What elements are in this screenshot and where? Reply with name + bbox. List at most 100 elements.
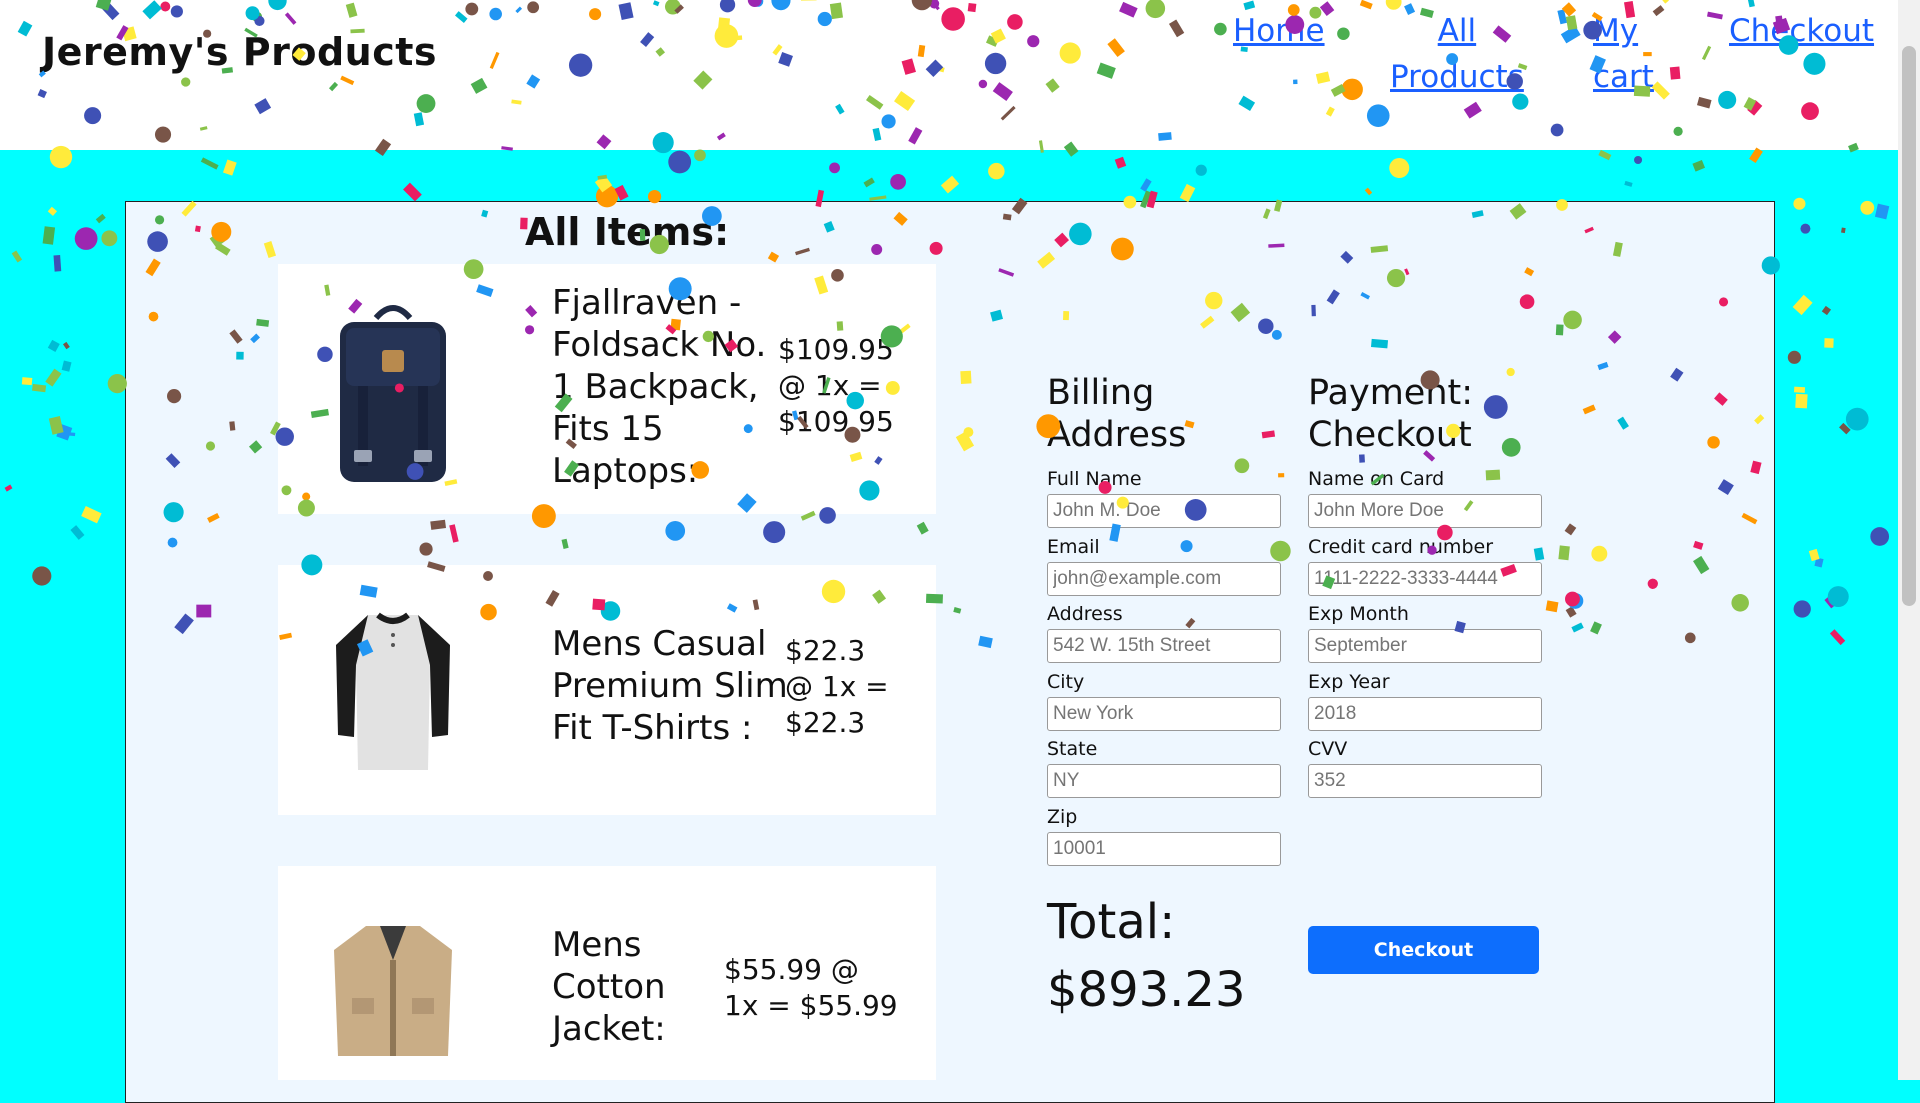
name-on-card-input[interactable] [1308, 494, 1542, 528]
confetti-piece [1793, 600, 1811, 618]
confetti-piece [1839, 422, 1851, 435]
confetti-piece [890, 173, 906, 190]
confetti-piece [68, 432, 76, 437]
item-name-line: Premium Slim [552, 666, 788, 706]
exp-month-input[interactable] [1308, 629, 1542, 663]
confetti-piece [47, 206, 58, 216]
confetti-piece [1808, 548, 1820, 562]
exp-year-input[interactable] [1308, 697, 1542, 731]
zip-label: Zip [1047, 806, 1078, 828]
card-number-label: Credit card number [1308, 536, 1493, 558]
nav-all-products-link[interactable]: All Products [1390, 8, 1524, 100]
cart-item-card: Mens Casual Premium Slim Fit T-Shirts : … [278, 565, 936, 815]
confetti-piece [1624, 180, 1633, 187]
confetti-piece [1870, 527, 1890, 546]
confetti-piece [1389, 158, 1410, 179]
item-price-line: $109.95 [778, 405, 894, 438]
vertical-scrollbar[interactable] [1898, 0, 1920, 1080]
item-name-line: Fjallraven - [552, 283, 742, 323]
address-input[interactable] [1047, 629, 1281, 663]
backpack-image [340, 305, 446, 482]
item-name-line: Foldsack No. [552, 325, 767, 365]
confetti-piece [1179, 183, 1196, 203]
confetti-piece [1821, 305, 1832, 316]
full-name-label: Full Name [1047, 468, 1142, 490]
payment-checkout-heading: Payment: Checkout [1308, 372, 1473, 456]
item-name: Mens Cotton Jacket: [552, 924, 666, 1050]
confetti-piece [1598, 149, 1612, 161]
full-name-input[interactable] [1047, 494, 1281, 528]
state-label: State [1047, 738, 1098, 760]
total-value: $893.23 [1047, 962, 1246, 1018]
confetti-piece [1829, 629, 1846, 646]
confetti-piece [1845, 407, 1869, 431]
nav-home-link[interactable]: Home [1233, 8, 1325, 54]
card-number-input[interactable] [1308, 562, 1542, 596]
city-input[interactable] [1047, 697, 1281, 731]
confetti-piece [11, 250, 23, 263]
item-price-line: @ 1x = [778, 369, 882, 402]
confetti-piece [200, 157, 219, 170]
billing-address-heading: Billing Address [1047, 372, 1186, 456]
name-on-card-label: Name on Card [1308, 468, 1445, 490]
confetti-piece [1792, 294, 1813, 316]
nav-checkout-label: Checkout [1729, 13, 1875, 49]
confetti-piece [614, 184, 629, 201]
confetti-piece [47, 339, 60, 353]
nav-home-label: Home [1233, 13, 1325, 49]
item-name-line: Mens [552, 925, 642, 965]
nav-my-cart-link[interactable]: My cart [1593, 8, 1654, 100]
confetti-piece [694, 149, 706, 162]
nav-all-products-line-2: Products [1390, 59, 1524, 95]
confetti-piece [940, 175, 960, 194]
confetti-piece [1794, 386, 1806, 393]
item-price-line: $22.3 [785, 706, 866, 739]
item-name-line: Fits 15 [552, 409, 664, 449]
item-price-line: 1x = $55.99 [724, 989, 898, 1022]
billing-heading-line: Billing [1047, 373, 1155, 413]
state-input[interactable] [1047, 764, 1281, 798]
confetti-piece [32, 383, 47, 393]
confetti-piece [594, 175, 613, 193]
confetti-piece [988, 162, 1005, 180]
confetti-piece [1195, 164, 1207, 176]
cvv-label: CVV [1308, 738, 1348, 760]
email-label: Email [1047, 536, 1100, 558]
nav-all-products-line-1: All [1437, 13, 1477, 49]
email-input[interactable] [1047, 562, 1281, 596]
item-name-line: 1 Backpack, [552, 367, 759, 407]
item-price: $109.95 @ 1x = $109.95 [778, 332, 894, 440]
scrollbar-thumb[interactable] [1902, 46, 1916, 606]
all-items-heading: All Items: [525, 210, 730, 254]
confetti-piece [1793, 197, 1806, 210]
confetti-piece [95, 213, 106, 224]
jacket-image [334, 926, 452, 1056]
zip-input[interactable] [1047, 832, 1281, 866]
checkout-button[interactable]: Checkout [1308, 926, 1539, 974]
brand-title: Jeremy's Products [42, 30, 438, 74]
item-name-line: Laptops: [552, 451, 699, 491]
confetti-piece [101, 230, 118, 247]
confetti-piece [222, 159, 237, 176]
confetti-piece [1114, 156, 1127, 169]
confetti-piece [1874, 203, 1890, 220]
header-bar: Jeremy's Products Home All Products My c… [0, 0, 1898, 150]
item-price-line: @ 1x = [785, 670, 889, 703]
confetti-piece [1841, 227, 1846, 234]
confetti-piece [1824, 338, 1834, 348]
confetti-piece [829, 162, 840, 174]
confetti-piece [74, 227, 98, 250]
confetti-piece [56, 423, 73, 441]
item-name-line: Mens Casual [552, 624, 767, 664]
confetti-piece [42, 226, 56, 245]
confetti-piece [869, 195, 887, 201]
nav-checkout-link[interactable]: Checkout [1729, 8, 1874, 54]
confetti-piece [1800, 223, 1811, 234]
address-label: Address [1047, 603, 1123, 625]
confetti-piece [45, 368, 62, 387]
confetti-piece [597, 174, 608, 180]
item-price: $55.99 @ 1x = $55.99 [724, 952, 898, 1024]
cvv-input[interactable] [1308, 764, 1542, 798]
exp-month-label: Exp Month [1308, 603, 1409, 625]
item-price-line: $109.95 [778, 333, 894, 366]
